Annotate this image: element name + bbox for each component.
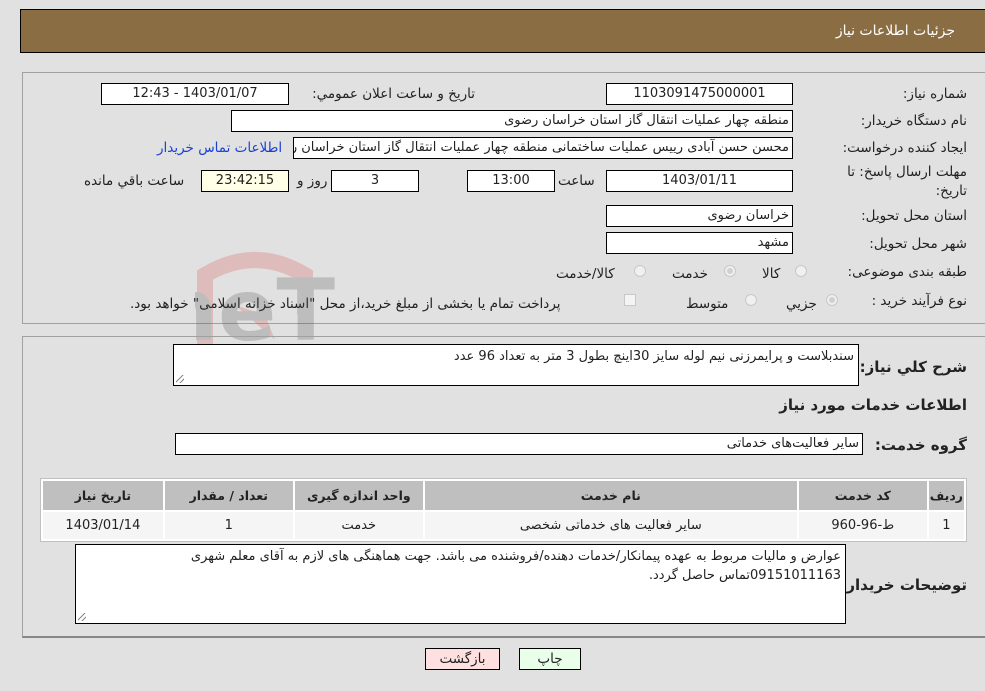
- buyer-notes-text: عوارض و مالیات مربوط به عهده پیمانکار/خد…: [190, 549, 841, 583]
- creator-label: ایجاد کننده درخواست:: [842, 140, 967, 156]
- buyer-notes-textarea[interactable]: عوارض و مالیات مربوط به عهده پیمانکار/خد…: [75, 544, 846, 624]
- services-heading: اطلاعات خدمات مورد نياز: [779, 396, 967, 414]
- process-medium-label: متوسط: [686, 296, 729, 312]
- city-field: مشهد: [606, 232, 793, 254]
- category-goods-service-label: کالا/خدمت: [556, 266, 615, 282]
- process-radio-minor[interactable]: [826, 294, 838, 306]
- deadline-time-label: ساعت: [558, 173, 595, 189]
- province-field: خراسان رضوی: [606, 205, 793, 227]
- need-number-field: 1103091475000001: [606, 83, 793, 105]
- deadline-label: مهلت ارسال پاسخ: تا تاریخ:: [847, 164, 967, 199]
- buyer-notes-label: توضيحات خريدار:: [840, 576, 967, 594]
- deadline-time-field: 13:00: [467, 170, 555, 192]
- col-quantity: تعداد / مقدار: [164, 481, 293, 510]
- cell-unit: خدمت: [294, 512, 423, 539]
- cell-quantity: 1: [164, 512, 293, 539]
- days-remaining-field: 3: [331, 170, 419, 192]
- deadline-date-field: 1403/01/11: [606, 170, 793, 192]
- cell-service-name: سایر فعالیت های خدماتی شخصی: [424, 512, 797, 539]
- time-remaining-label: ساعت باقي مانده: [84, 173, 185, 189]
- summary-text: سندبلاست و پرایمرزنی نیم لوله سایز 30این…: [453, 349, 854, 364]
- category-service-label: خدمت: [672, 266, 708, 282]
- process-label: نوع فرآیند خرید :: [871, 293, 967, 309]
- page-header: جزئيات اطلاعات نياز: [20, 9, 985, 53]
- category-radio-goods-service[interactable]: [634, 265, 646, 277]
- days-label: روز و: [297, 173, 328, 189]
- buyer-org-field: منطقه چهار عملیات انتقال گاز استان خراسا…: [231, 110, 793, 132]
- creator-field: محسن حسن آبادی رییس عملیات ساختمانی منطق…: [293, 137, 793, 159]
- category-goods-label: کالا: [762, 266, 781, 282]
- table-row: 1 ط-96-960 سایر فعالیت های خدماتی شخصی خ…: [43, 512, 964, 539]
- process-minor-label: جزيي: [786, 296, 817, 312]
- buyer-contact-link[interactable]: اطلاعات تماس خریدار: [157, 140, 282, 156]
- back-button[interactable]: بازگشت: [425, 648, 500, 670]
- service-group-label: گروه خدمت:: [874, 436, 967, 454]
- col-need-date: تاريخ نياز: [43, 481, 163, 510]
- announce-label: تاریخ و ساعت اعلان عمومي:: [312, 86, 475, 102]
- resize-grip-icon[interactable]: [176, 375, 184, 383]
- category-radio-service[interactable]: [724, 265, 736, 277]
- col-service-code: كد خدمت: [798, 481, 927, 510]
- need-number-label: شماره نیاز:: [902, 86, 967, 102]
- page-title: جزئيات اطلاعات نياز: [835, 23, 955, 39]
- summary-label: شرح كلي نياز:: [859, 358, 967, 376]
- province-label: استان محل تحویل:: [861, 208, 967, 224]
- cell-service-code: ط-96-960: [798, 512, 927, 539]
- cell-need-date: 1403/01/14: [43, 512, 163, 539]
- cell-row-number: 1: [928, 512, 964, 539]
- announce-datetime-field: 1403/01/07 - 12:43: [101, 83, 289, 105]
- print-button[interactable]: چاپ: [519, 648, 581, 670]
- col-row-number: رديف: [928, 481, 964, 510]
- services-table: رديف كد خدمت نام خدمت واحد اندازه گيری ت…: [40, 478, 967, 542]
- treasury-checkbox[interactable]: [624, 294, 636, 306]
- resize-grip-icon[interactable]: [78, 613, 86, 621]
- buyer-org-label: نام دستگاه خریدار:: [860, 113, 967, 129]
- category-label: طبقه بندی موضوعی:: [847, 264, 967, 280]
- col-service-name: نام خدمت: [424, 481, 797, 510]
- table-header-row: رديف كد خدمت نام خدمت واحد اندازه گيری ت…: [43, 481, 964, 510]
- service-group-field: سایر فعالیت‌های خدماتی: [175, 433, 863, 455]
- col-unit: واحد اندازه گيری: [294, 481, 423, 510]
- time-remaining-field: 23:42:15: [201, 170, 289, 192]
- process-radio-medium[interactable]: [745, 294, 757, 306]
- summary-textarea[interactable]: سندبلاست و پرایمرزنی نیم لوله سایز 30این…: [173, 344, 859, 386]
- treasury-note: پرداخت تمام یا بخشی از مبلغ خرید،از محل …: [130, 296, 561, 312]
- city-label: شهر محل تحویل:: [869, 236, 967, 252]
- category-radio-goods[interactable]: [795, 265, 807, 277]
